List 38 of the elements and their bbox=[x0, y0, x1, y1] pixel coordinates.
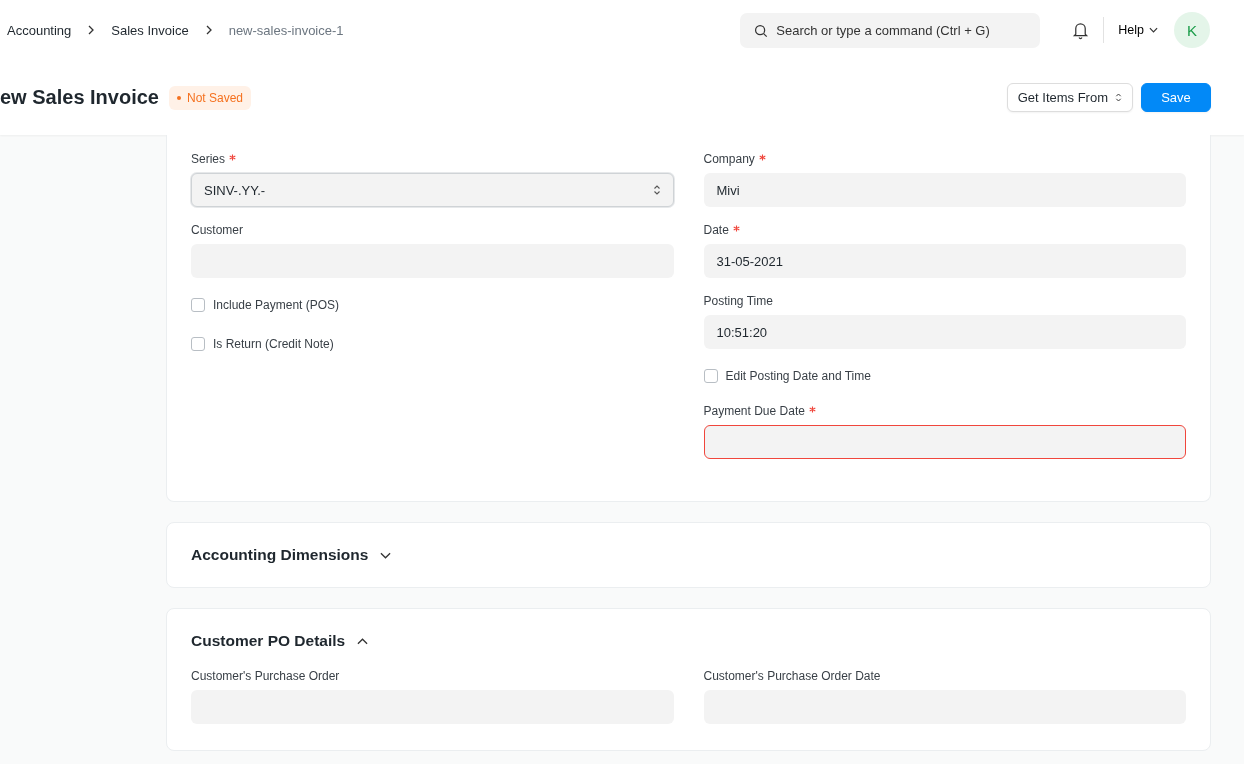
input-field[interactable]: 31-05-2021 bbox=[703, 244, 1186, 278]
checkbox[interactable] bbox=[191, 337, 205, 351]
input-field[interactable]: 10:51:20 bbox=[703, 315, 1186, 349]
checkbox-label: Is Return (Credit Note) bbox=[213, 337, 334, 351]
page-title: ew Sales Invoice bbox=[0, 86, 159, 109]
field-label: Posting Time bbox=[703, 294, 773, 308]
input-field[interactable] bbox=[703, 425, 1186, 459]
field-label: Customer's Purchase Order bbox=[191, 669, 340, 683]
input-field[interactable]: Mivi bbox=[703, 173, 1186, 207]
field-label: Customer's Purchase Order Date bbox=[703, 669, 881, 683]
chevron-right-icon bbox=[87, 25, 96, 35]
breadcrumb-link[interactable]: Sales Invoice bbox=[111, 22, 189, 38]
field-label: Date bbox=[703, 223, 729, 237]
sort-caret-icon bbox=[1115, 92, 1122, 103]
series-select[interactable]: SINV-.YY.- bbox=[191, 173, 674, 207]
sort-caret-icon bbox=[652, 184, 661, 196]
breadcrumb-link[interactable]: Accounting bbox=[7, 22, 72, 38]
section-heading[interactable]: Accounting Dimensions bbox=[191, 546, 369, 564]
bell-icon[interactable] bbox=[1072, 20, 1090, 40]
field-label: Customer bbox=[191, 223, 243, 237]
field-label: Company bbox=[703, 152, 755, 166]
chevron-right-icon bbox=[204, 25, 213, 35]
breadcrumb-link[interactable]: new-sales-invoice-1 bbox=[228, 22, 344, 38]
field-label: Payment Due Date bbox=[703, 404, 805, 418]
chevron-down-icon bbox=[1149, 27, 1158, 33]
search-field[interactable]: Search or type a command (Ctrl + G) bbox=[740, 12, 1041, 48]
checkbox-label: Edit Posting Date and Time bbox=[725, 369, 871, 383]
checkbox-label: Include Payment (POS) bbox=[213, 298, 340, 312]
field-label: Series bbox=[191, 152, 225, 166]
checkbox[interactable] bbox=[703, 369, 718, 383]
checkbox[interactable] bbox=[191, 298, 205, 312]
section-heading[interactable]: Customer PO Details bbox=[191, 632, 346, 650]
dropdown-button[interactable]: Get Items From bbox=[1006, 83, 1133, 112]
help-menu[interactable]: Help bbox=[1118, 23, 1158, 37]
chevron-down-icon[interactable] bbox=[380, 551, 392, 559]
chevron-up-icon[interactable] bbox=[357, 637, 369, 645]
status-indicator: Not Saved bbox=[169, 85, 252, 110]
save-button[interactable]: Save bbox=[1141, 83, 1211, 112]
